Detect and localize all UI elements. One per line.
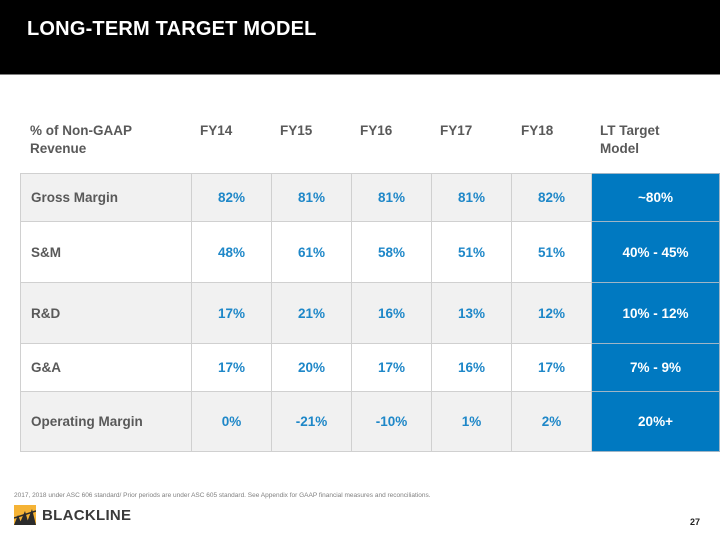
target-header-line-2: Model <box>600 141 639 156</box>
value-cell: 81% <box>431 173 512 222</box>
value-cell: 21% <box>271 282 352 344</box>
row-header-line-2: Revenue <box>30 141 87 156</box>
column-header-fy15: FY15 <box>280 123 313 138</box>
value-cell: 0% <box>191 391 272 452</box>
value-cell: -21% <box>271 391 352 452</box>
row-label: G&A <box>20 343 192 392</box>
value-cell: 48% <box>191 221 272 283</box>
column-header-fy18: FY18 <box>521 123 554 138</box>
value-cell: 17% <box>191 282 272 344</box>
target-cell: 20%+ <box>591 391 720 452</box>
row-label: Gross Margin <box>20 173 192 222</box>
column-header-fy16: FY16 <box>360 123 393 138</box>
row-label: Operating Margin <box>20 391 192 452</box>
column-header-lt-target: LT Target Model <box>600 122 660 158</box>
table-row: S&M 48% 61% 58% 51% 51% 40% - 45% <box>20 221 720 283</box>
value-cell: 13% <box>431 282 512 344</box>
value-cell: 2% <box>511 391 592 452</box>
value-cell: 16% <box>351 282 432 344</box>
row-label: S&M <box>20 221 192 283</box>
column-header-fy14: FY14 <box>200 123 233 138</box>
blackline-logo-icon <box>14 505 36 525</box>
value-cell: -10% <box>351 391 432 452</box>
value-cell: 12% <box>511 282 592 344</box>
logo-text: BLACKLINE <box>42 506 132 524</box>
value-cell: 81% <box>351 173 432 222</box>
table-row: Gross Margin 82% 81% 81% 81% 82% ~80% <box>20 173 720 222</box>
value-cell: 51% <box>431 221 512 283</box>
value-cell: 17% <box>511 343 592 392</box>
table-row: G&A 17% 20% 17% 16% 17% 7% - 9% <box>20 343 720 392</box>
value-cell: 51% <box>511 221 592 283</box>
value-cell: 82% <box>511 173 592 222</box>
target-cell: ~80% <box>591 173 720 222</box>
table-row: R&D 17% 21% 16% 13% 12% 10% - 12% <box>20 282 720 344</box>
page-title: LONG-TERM TARGET MODEL <box>27 18 317 40</box>
title-bar: LONG-TERM TARGET MODEL <box>0 0 720 75</box>
row-header-label: % of Non-GAAP Revenue <box>30 122 132 158</box>
blackline-logo: BLACKLINE <box>14 505 131 525</box>
target-cell: 7% - 9% <box>591 343 720 392</box>
page-number: 27 <box>689 517 700 527</box>
value-cell: 58% <box>351 221 432 283</box>
value-cell: 1% <box>431 391 512 452</box>
target-cell: 40% - 45% <box>591 221 720 283</box>
value-cell: 20% <box>271 343 352 392</box>
table-row: Operating Margin 0% -21% -10% 1% 2% 20%+ <box>20 391 720 452</box>
target-header-line-1: LT Target <box>600 123 660 138</box>
value-cell: 17% <box>191 343 272 392</box>
target-model-table: Gross Margin 82% 81% 81% 81% 82% ~80% S&M 48% 61%… <box>20 173 720 452</box>
footnote: 2017, 2018 under ASC 606 standard/ Prior… <box>14 492 431 499</box>
value-cell: 81% <box>271 173 352 222</box>
row-header-line-1: % of Non-GAAP <box>30 123 132 138</box>
column-header-fy17: FY17 <box>440 123 473 138</box>
value-cell: 82% <box>191 173 272 222</box>
target-cell: 10% - 12% <box>591 282 720 344</box>
value-cell: 61% <box>271 221 352 283</box>
value-cell: 16% <box>431 343 512 392</box>
row-label: R&D <box>20 282 192 344</box>
value-cell: 17% <box>351 343 432 392</box>
